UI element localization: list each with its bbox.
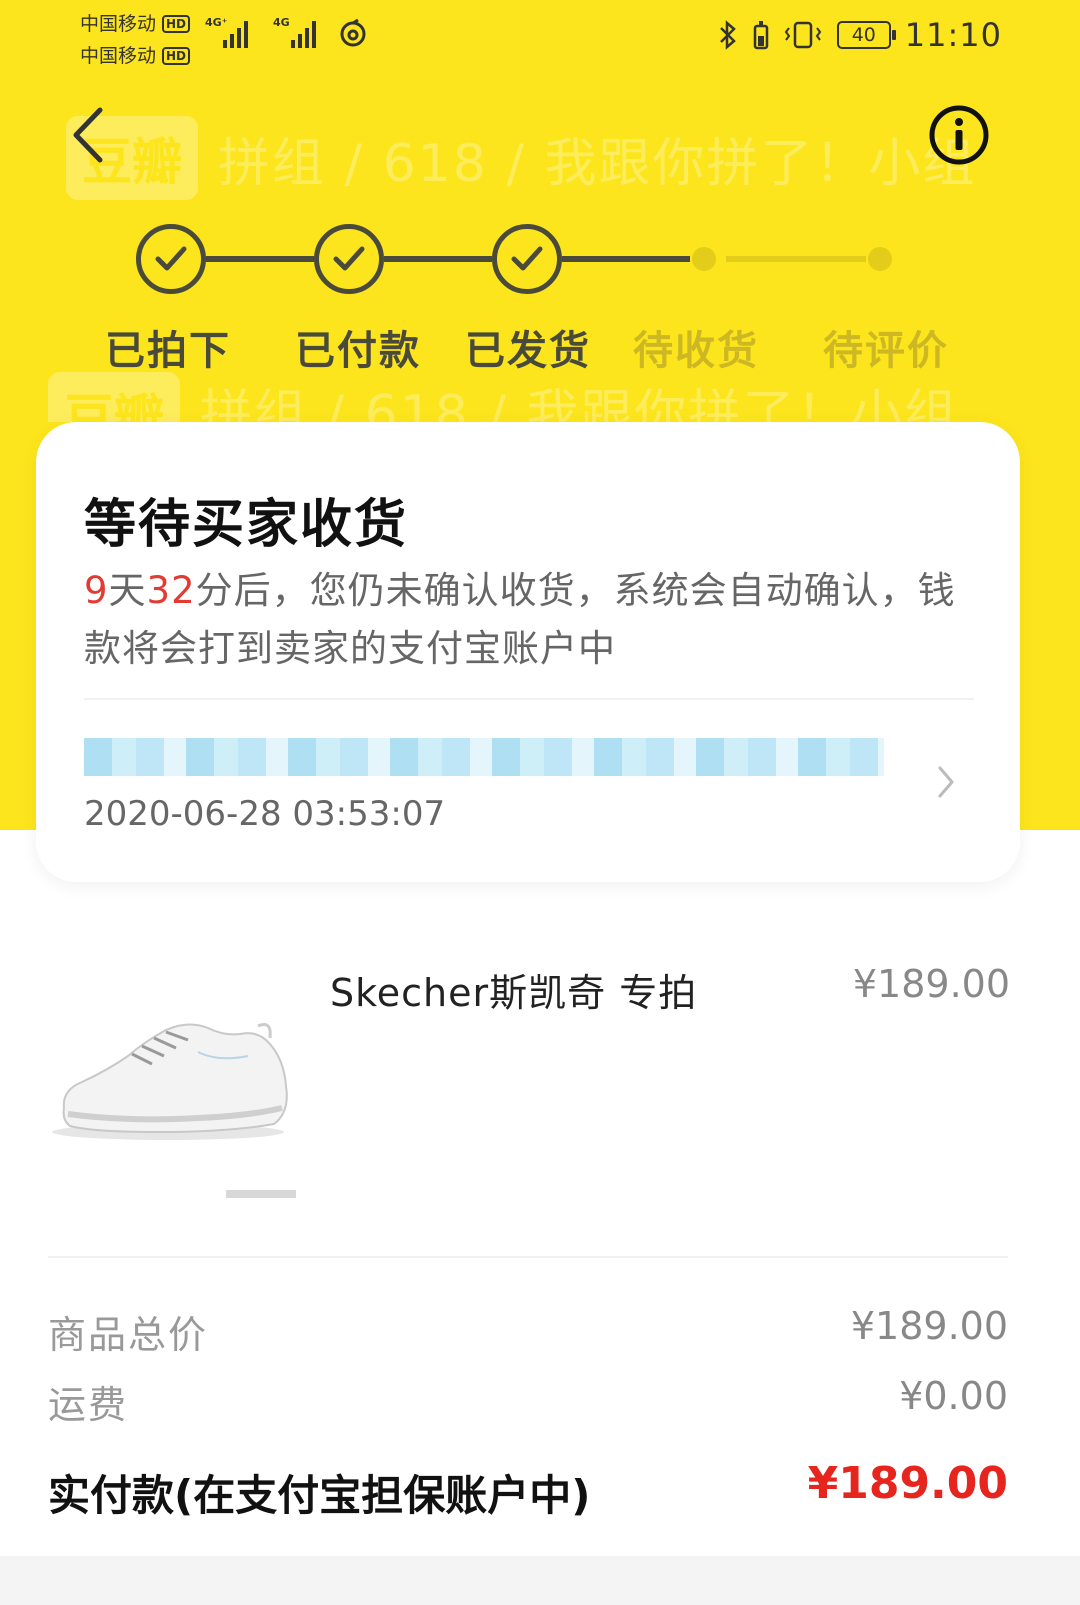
carrier-2-name: 中国移动 [80, 45, 157, 67]
order-progress: 已拍下 已付款 已发货 待收货 待评价 [0, 220, 1080, 380]
back-arrow-icon[interactable] [64, 100, 114, 170]
section-divider [48, 1256, 1008, 1258]
step-done-icon [492, 224, 562, 294]
product-name[interactable]: Skecher斯凯奇 专拍 [330, 962, 697, 1017]
notice-text: 分后，您仍未确认收货，系统会自动确认，钱款将会打到卖家的支付宝账户中 [84, 569, 956, 670]
hd-badge: HD [162, 47, 191, 65]
countdown-minutes: 32 [146, 569, 196, 612]
paid-amount-label: 实付款(在支付宝担保账户中) [48, 1471, 591, 1520]
netease-music-icon [340, 18, 366, 47]
step-connector [726, 256, 866, 262]
step-label: 已发货 [465, 328, 591, 374]
paid-amount-value: ¥189.00 [807, 1458, 1008, 1509]
carrier-1-name: 中国移动 [80, 13, 157, 35]
product-shoe-image[interactable] [48, 990, 308, 1220]
order-status-card: 等待买家收货 9天32分后，您仍未确认收货，系统会自动确认，钱款将会打到卖家的支… [36, 422, 1020, 882]
vibrate-icon [784, 21, 822, 49]
redacted-logistics-info [84, 738, 884, 776]
logistics-timestamp: 2020-06-28 03:53:07 [84, 794, 446, 834]
step-connector [206, 256, 314, 262]
info-icon[interactable] [928, 104, 990, 166]
group-banner-watermark: 豆瓣 拼组 / 618 / 我跟你拼了！小组 [66, 116, 976, 200]
status-time: 11:10 [904, 16, 1002, 54]
product-price: ¥189.00 [852, 962, 1010, 1006]
step-done-icon [136, 224, 206, 294]
shipping-label: 运费 [48, 1383, 129, 1427]
sim-icon [753, 21, 769, 50]
battery-level: 40 [851, 24, 876, 46]
countdown-days: 9 [84, 569, 109, 612]
step-pending-dot [868, 247, 892, 271]
carrier-info: 中国移动 HD 中国移动 HD [80, 8, 191, 72]
signal-icon: 4G [273, 16, 323, 48]
battery-indicator: 40 [836, 21, 896, 49]
network-type-2: 4G [273, 16, 290, 29]
goods-total-value: ¥189.00 [850, 1304, 1008, 1348]
goods-total-label: 商品总价 [48, 1313, 209, 1357]
right-status-icons: 40 11:10 [717, 16, 1002, 54]
carrier-2: 中国移动 HD [80, 40, 191, 72]
bottom-spacer [0, 1556, 1080, 1605]
chevron-right-icon[interactable] [934, 762, 958, 802]
signal-indicators: 4G⁺ 4G [205, 16, 323, 48]
shipping-value: ¥0.00 [899, 1374, 1008, 1418]
hd-badge: HD [162, 15, 191, 33]
step-label: 已拍下 [105, 328, 231, 374]
step-connector [384, 256, 492, 262]
step-done-icon [314, 224, 384, 294]
step-connector [562, 256, 690, 262]
status-title: 等待买家收货 [84, 495, 409, 555]
signal-icon: 4G⁺ [205, 16, 259, 48]
bluetooth-icon [719, 20, 736, 50]
step-label: 已付款 [295, 328, 421, 374]
status-bar: 中国移动 HD 中国移动 HD 4G⁺ 4G 40 11:10 [0, 0, 1080, 80]
step-label: 待收货 [633, 328, 759, 374]
carrier-1: 中国移动 HD [80, 8, 191, 40]
days-unit: 天 [108, 569, 147, 612]
group-banner-text: 拼组 / 618 / 我跟你拼了！小组 [218, 133, 977, 194]
step-pending-dot [692, 247, 716, 271]
step-label: 待评价 [823, 328, 949, 374]
auto-confirm-notice: 9天32分后，您仍未确认收货，系统会自动确认，钱款将会打到卖家的支付宝账户中 [84, 562, 984, 678]
card-divider [84, 698, 974, 700]
network-type-1: 4G⁺ [205, 16, 228, 29]
